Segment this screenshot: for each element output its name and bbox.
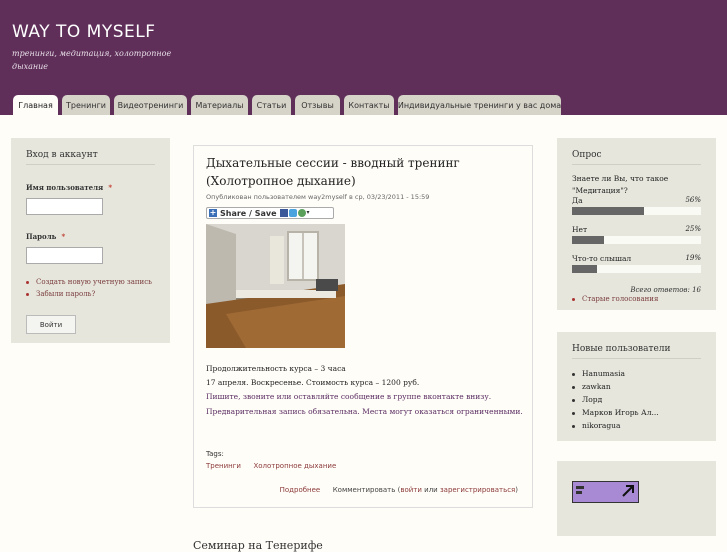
poll-option: Нет 25%: [572, 225, 701, 244]
article-paragraph: Пишите, звоните или оставляйте сообщение…: [206, 392, 492, 401]
read-more-link[interactable]: Подробнее: [280, 486, 321, 494]
tag-link[interactable]: Тренинги: [206, 462, 241, 470]
site-name[interactable]: WAY TO MYSELF: [12, 22, 155, 42]
facebook-icon: [279, 209, 288, 217]
poll-bar-fill: [572, 265, 597, 273]
article-title[interactable]: Дыхательные сессии - вводный тренинг (Хо…: [206, 154, 520, 190]
user-link[interactable]: Марков Игорь Ал...: [572, 408, 701, 421]
article-paragraph: Продолжительность курса – 3 часа: [206, 364, 346, 373]
password-label: Пароль: [26, 232, 57, 241]
poll-question: Знаете ли Вы, что такое "Медитация"?: [572, 174, 669, 195]
poll-option-label: Что-то слышал: [572, 254, 632, 263]
login-title: Вход в аккаунт: [26, 150, 155, 165]
old-polls-link[interactable]: Старые голосования: [572, 295, 658, 303]
tab-home[interactable]: Главная: [13, 95, 58, 115]
share-icon: [297, 209, 306, 217]
login-button[interactable]: Войти: [26, 315, 76, 334]
user-link[interactable]: Hanumasia: [572, 369, 701, 382]
forgot-password-link[interactable]: Забыли пароль?: [26, 290, 155, 298]
article-paragraph: Предварительная запись обязательна. Мест…: [206, 407, 523, 416]
twitter-icon: [288, 209, 297, 217]
required-mark: *: [61, 232, 66, 241]
article-node: Дыхательные сессии - вводный тренинг (Хо…: [193, 145, 533, 508]
badge-block: [557, 461, 716, 536]
comment-register-link[interactable]: зарегистрироваться: [440, 486, 515, 494]
chevron-down-icon: ▾: [306, 209, 310, 216]
arrow-icon: [576, 485, 634, 497]
poll-option-percent: 25%: [685, 225, 701, 233]
poll-option: Что-то слышал 19%: [572, 254, 701, 273]
poll-bar: [572, 265, 701, 273]
tab-home-trainings[interactable]: Индивидуальные тренинги у вас дома: [398, 95, 561, 115]
user-link[interactable]: zawkan: [572, 382, 701, 395]
user-link[interactable]: nikoragua: [572, 421, 701, 434]
login-block: Вход в аккаунт Имя пользователя * Пароль…: [11, 138, 170, 343]
article-photo: [206, 224, 345, 348]
site-header: WAY TO MYSELF тренинги, медитация, холот…: [0, 0, 727, 115]
tab-video-trainings[interactable]: Видеотренинги: [114, 95, 187, 115]
username-label: Имя пользователя: [26, 183, 104, 192]
poll-total: Всего ответов: 16: [630, 286, 701, 294]
create-account-link[interactable]: Создать новую учетную запись: [26, 278, 155, 286]
poll-bar: [572, 207, 701, 215]
poll-bar-fill: [572, 207, 645, 215]
share-label: Share / Save: [220, 208, 277, 218]
tab-trainings[interactable]: Тренинги: [62, 95, 110, 115]
plus-icon: +: [209, 208, 217, 217]
required-mark: *: [108, 183, 112, 192]
user-link[interactable]: Лорд: [572, 395, 701, 408]
poll-option-percent: 19%: [685, 254, 701, 262]
tags-label: Tags:: [206, 450, 224, 458]
poll-block: Опрос Знаете ли Вы, что такое "Медитация…: [557, 138, 716, 310]
comment-suffix: ): [515, 486, 518, 494]
poll-option: Да 56%: [572, 196, 701, 215]
poll-title: Опрос: [572, 150, 701, 165]
tab-reviews[interactable]: Отзывы: [295, 95, 340, 115]
password-input[interactable]: [26, 247, 103, 264]
article-meta: Опубликован пользователем way2myself в с…: [206, 193, 430, 201]
username-input[interactable]: [26, 198, 103, 215]
tags-list: Тренинги Холотропное дыхание: [206, 462, 336, 470]
poll-option-label: Да: [572, 196, 583, 205]
social-icons: ▾: [279, 209, 310, 217]
poll-bar-fill: [572, 236, 605, 244]
comment-login-link[interactable]: войти: [400, 486, 422, 494]
tab-materials[interactable]: Материалы: [191, 95, 248, 115]
comment-prefix: Комментировать (: [332, 486, 401, 494]
poll-bar: [572, 236, 701, 244]
section-heading: Семинар на Тенерифе: [193, 539, 323, 552]
poll-option-label: Нет: [572, 225, 588, 234]
counter-badge[interactable]: [572, 481, 639, 503]
share-button[interactable]: + Share / Save ▾: [206, 207, 334, 219]
new-users-block: Новые пользователи Hanumasia zawkan Лорд…: [557, 332, 716, 441]
poll-option-percent: 56%: [685, 196, 701, 204]
tab-articles[interactable]: Статьи: [252, 95, 291, 115]
tab-contacts[interactable]: Контакты: [344, 95, 394, 115]
new-users-title: Новые пользователи: [572, 344, 701, 359]
article-paragraph: 17 апреля. Воскресенье. Стоимость курса …: [206, 378, 420, 387]
tag-link[interactable]: Холотропное дыхание: [253, 462, 336, 470]
article-links: Подробнее Комментировать (войти или заре…: [280, 486, 518, 494]
comment-or: или: [421, 486, 440, 494]
site-slogan: тренинги, медитация, холотропное дыхание: [12, 49, 172, 71]
